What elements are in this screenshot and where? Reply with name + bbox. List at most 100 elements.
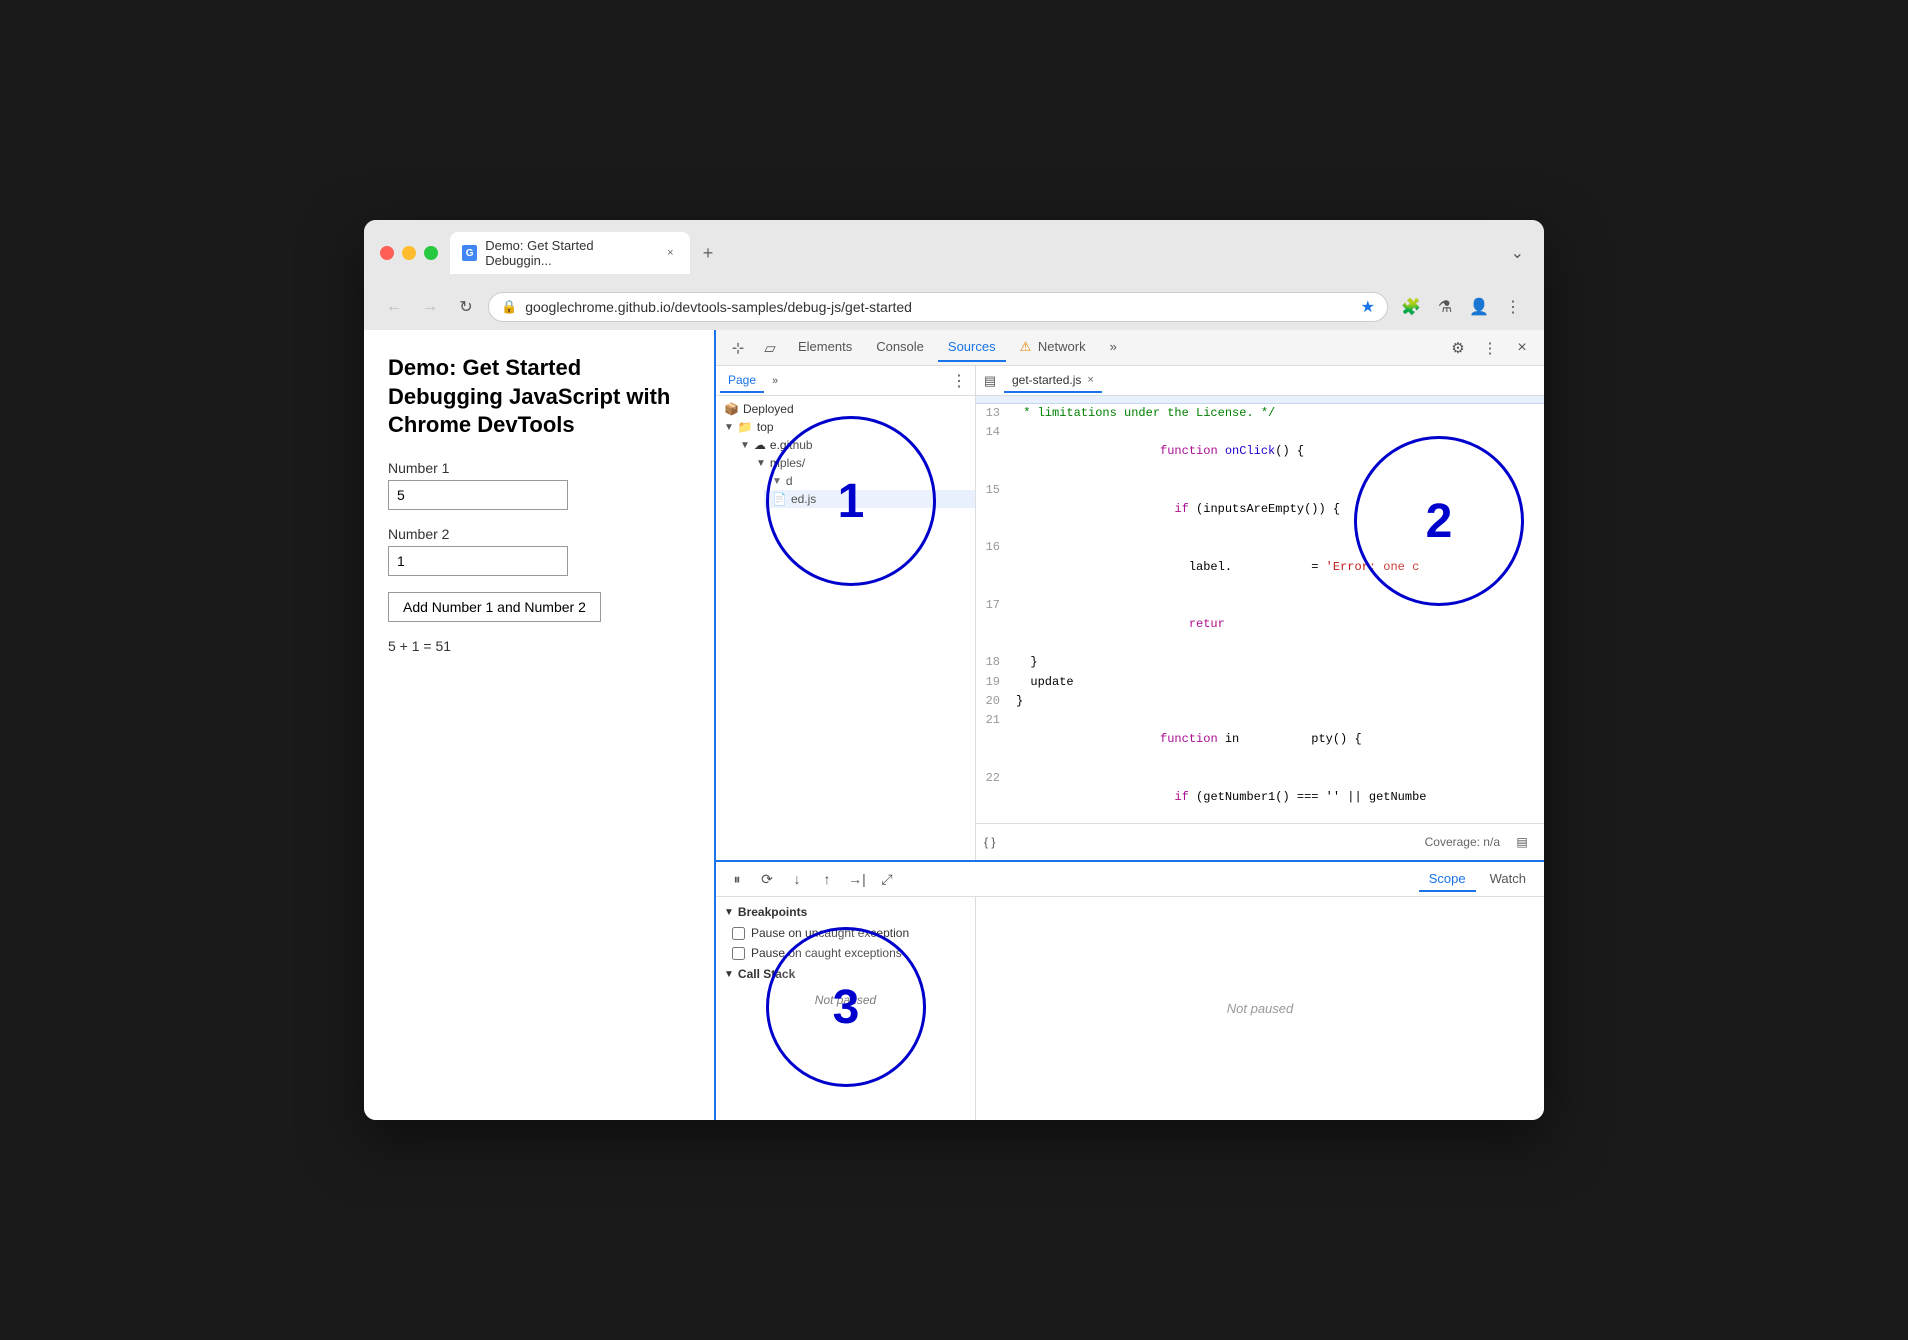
tab-title: Demo: Get Started Debuggin... — [485, 238, 655, 268]
folder-icon-top: 📁 — [738, 420, 753, 434]
new-tab-button[interactable]: + — [694, 239, 722, 267]
line-code-22: if (getNumber1() === '' || getNumbe — [1012, 769, 1544, 823]
address-bar[interactable]: 🔒 ★ — [488, 292, 1388, 322]
tab-network[interactable]: ⚠ Network — [1010, 333, 1096, 363]
code-view[interactable]: 13 * limitations under the License. */ 1… — [976, 396, 1544, 823]
panel-menu-button[interactable]: ⋮ — [947, 369, 971, 393]
coverage-detail-button[interactable]: ▤ — [1508, 828, 1536, 856]
code-tab-get-started[interactable]: get-started.js × — [1004, 369, 1102, 393]
tree-item-samples[interactable]: ▼ mples/ — [748, 454, 975, 472]
code-line-21: 21 function in pty() { — [976, 711, 1544, 769]
tree-label-samples: mples/ — [770, 456, 805, 470]
code-line-17: 17 retur — [976, 596, 1544, 654]
profile-button[interactable]: 👤 — [1464, 292, 1494, 322]
tab-sources[interactable]: Sources — [938, 333, 1006, 362]
step-button[interactable]: →| — [844, 866, 870, 892]
line-number-22: 22 — [976, 769, 1012, 788]
not-paused-left: Not paused — [716, 985, 975, 1015]
pause-caught-label: Pause on caught exceptions — [751, 946, 902, 960]
chrome-dropdown-button[interactable]: ⌄ — [1507, 239, 1528, 267]
tab-console[interactable]: Console — [866, 333, 934, 362]
menu-button[interactable]: ⋮ — [1498, 292, 1528, 322]
tree-label-js: ed.js — [791, 492, 816, 506]
tab-close-button[interactable]: × — [663, 245, 678, 261]
debugger-panel: ⏸ ⟳ ↓ ↑ →| ⤢ Scope Watch — [716, 860, 1544, 1120]
window-maximize-button[interactable] — [424, 246, 438, 260]
sources-top-area: Page » ⋮ 📦 Deployed ▼ 📁 — [716, 366, 1544, 860]
inspect-element-button[interactable]: ⊹ — [724, 334, 752, 362]
line-number-17: 17 — [976, 596, 1012, 615]
refresh-button[interactable]: ↻ — [452, 293, 480, 321]
line-code-14: function onClick() { — [1012, 423, 1544, 481]
tree-arrow-github: ▼ — [740, 440, 750, 451]
call-stack-section[interactable]: ▼ Call Stack — [716, 963, 975, 985]
code-tab-filename: get-started.js — [1012, 373, 1081, 387]
tree-item-js[interactable]: 📄 ed.js — [764, 490, 975, 508]
tree-label-github: e.github — [770, 438, 813, 452]
page-title: Demo: Get Started Debugging JavaScript w… — [388, 354, 690, 440]
tree-item-top[interactable]: ▼ 📁 top — [716, 418, 975, 436]
number2-input[interactable] — [388, 546, 568, 576]
right-debugger: Not paused — [976, 897, 1544, 1120]
address-input[interactable] — [525, 299, 1352, 315]
code-line-22: 22 if (getNumber1() === '' || getNumbe — [976, 769, 1544, 823]
window-controls — [380, 246, 438, 260]
step-into-button[interactable]: ↓ — [784, 866, 810, 892]
extensions-button[interactable]: 🧩 — [1396, 292, 1426, 322]
lab-button[interactable]: ⚗ — [1430, 292, 1460, 322]
devtools-toolbar: ⊹ ▱ Elements Console Sources ⚠ Network »… — [716, 330, 1544, 366]
debugger-toolbar: ⏸ ⟳ ↓ ↑ →| ⤢ Scope Watch — [716, 862, 1544, 897]
tree-label-d: d — [786, 474, 793, 488]
line-code-15: if (inputsAreEmpty()) { — [1012, 481, 1544, 539]
pause-button[interactable]: ⏸ — [724, 866, 750, 892]
page-tab[interactable]: Page — [720, 369, 764, 393]
result-text: 5 + 1 = 51 — [388, 638, 690, 654]
code-tabs: ▤ get-started.js × — [976, 366, 1544, 396]
pause-caught-checkbox[interactable] — [732, 947, 745, 960]
tree-arrow-top: ▼ — [724, 422, 734, 433]
tab-elements[interactable]: Elements — [788, 333, 862, 362]
number1-input[interactable] — [388, 480, 568, 510]
network-warning-icon: ⚠ — [1020, 339, 1032, 354]
line-number-16: 16 — [976, 538, 1012, 557]
browser-titlebar: G Demo: Get Started Debuggin... × + ⌄ — [364, 220, 1544, 284]
pause-uncaught-item[interactable]: Pause on uncaught exception — [716, 923, 975, 943]
pause-uncaught-checkbox[interactable] — [732, 927, 745, 940]
back-button[interactable]: ← — [380, 293, 408, 321]
device-toggle-button[interactable]: ▱ — [756, 334, 784, 362]
watch-tab[interactable]: Watch — [1480, 867, 1536, 892]
devtools-close-button[interactable]: × — [1508, 334, 1536, 362]
step-out-button[interactable]: ↑ — [814, 866, 840, 892]
line-code-18: } — [1012, 653, 1544, 672]
panel-tab-more[interactable]: » — [768, 373, 782, 389]
code-scroll-top — [976, 396, 1544, 404]
deactivate-button[interactable]: ⤢ — [874, 866, 900, 892]
forward-button[interactable]: → — [416, 293, 444, 321]
scope-tab[interactable]: Scope — [1419, 867, 1476, 892]
code-content: 13 * limitations under the License. */ 1… — [976, 404, 1544, 823]
more-options-button[interactable]: ⋮ — [1476, 334, 1504, 362]
browser-tab[interactable]: G Demo: Get Started Debuggin... × — [450, 232, 690, 274]
nav-actions: 🧩 ⚗ 👤 ⋮ — [1396, 292, 1528, 322]
breakpoints-section[interactable]: ▼ Breakpoints — [716, 901, 975, 923]
line-number-15: 15 — [976, 481, 1012, 500]
line-number-21: 21 — [976, 711, 1012, 730]
pause-caught-item[interactable]: Pause on caught exceptions — [716, 943, 975, 963]
tab-favicon: G — [462, 245, 477, 261]
settings-button[interactable]: ⚙ — [1444, 334, 1472, 362]
window-close-button[interactable] — [380, 246, 394, 260]
tab-more[interactable]: » — [1100, 333, 1127, 362]
step-over-button[interactable]: ⟳ — [754, 866, 780, 892]
debugger-content: ▼ Breakpoints Pause on uncaught exceptio… — [716, 897, 1544, 1120]
breakpoints-label: Breakpoints — [738, 905, 807, 919]
bookmark-button[interactable]: ★ — [1361, 297, 1375, 317]
window-minimize-button[interactable] — [402, 246, 416, 260]
titlebar-top: G Demo: Get Started Debuggin... × + ⌄ — [380, 232, 1528, 284]
tree-item-d[interactable]: ▼ d — [764, 472, 975, 490]
tree-item-github[interactable]: ▼ ☁ e.github — [732, 436, 975, 454]
code-tab-close-button[interactable]: × — [1087, 374, 1093, 386]
not-paused-right: Not paused — [1227, 1001, 1294, 1016]
add-button[interactable]: Add Number 1 and Number 2 — [388, 592, 601, 622]
tree-item-deployed[interactable]: 📦 Deployed — [716, 400, 975, 418]
call-stack-arrow: ▼ — [724, 969, 734, 980]
